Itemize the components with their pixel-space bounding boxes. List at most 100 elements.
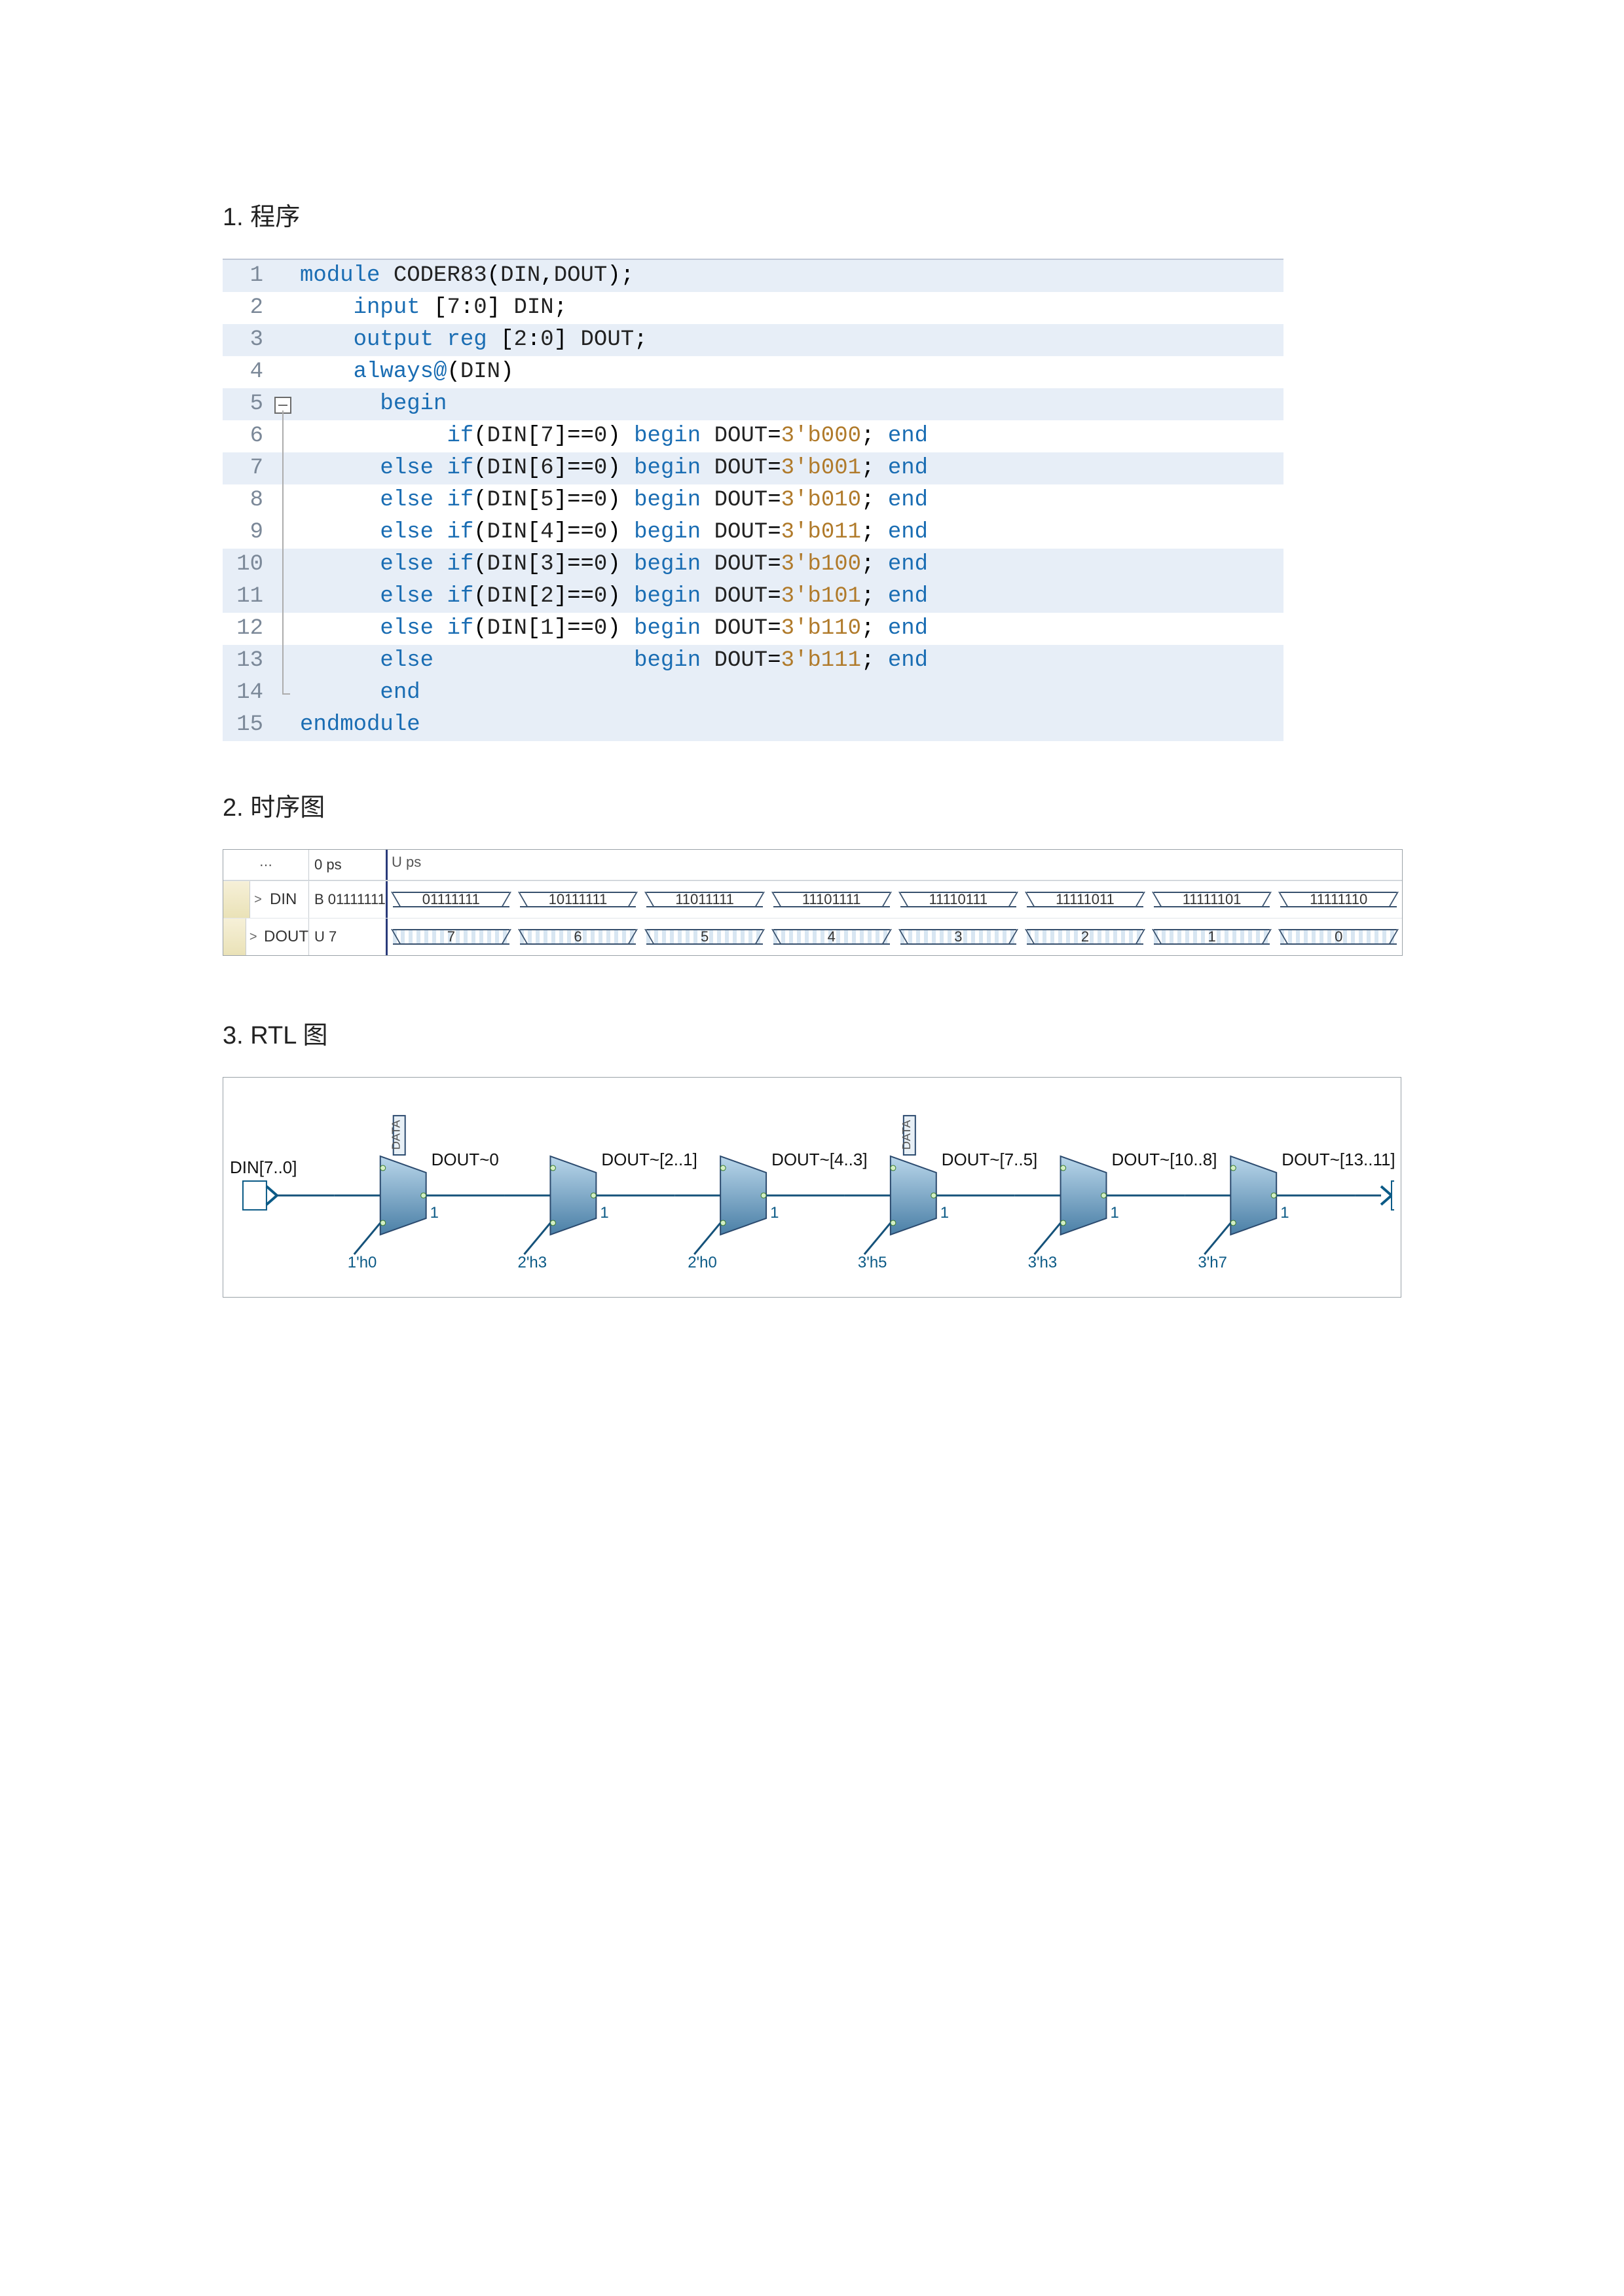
line-number: 14: [223, 677, 270, 709]
fold-gutter: [270, 324, 296, 356]
expand-icon[interactable]: >: [250, 892, 266, 907]
line-number: 8: [223, 484, 270, 517]
bus-width: 1: [600, 1204, 608, 1222]
line-number: 6: [223, 420, 270, 452]
wave-segment: 11011111: [641, 881, 768, 918]
fold-gutter: [270, 484, 296, 517]
wave-value: 3: [954, 928, 962, 945]
ruler-track: U ps: [388, 850, 1402, 880]
code-line: 4 always@(DIN): [223, 356, 1283, 388]
wave-initial-value: B 01111111: [309, 881, 388, 918]
fold-gutter: [270, 356, 296, 388]
mux-pin: [720, 1220, 726, 1226]
mux-pin: [421, 1193, 426, 1198]
fold-gutter: [270, 420, 296, 452]
wave-signal-name[interactable]: >DIN: [223, 881, 309, 918]
code-line: 1module CODER83(DIN,DOUT);: [223, 260, 1283, 292]
wave-segment: 11110111: [895, 881, 1022, 918]
wave-row: >DOUTU 776543210: [223, 918, 1402, 955]
wave-value: 11110111: [929, 891, 987, 908]
wave-initial-value: U 7: [309, 919, 388, 955]
wave-signal-name[interactable]: >DOUT: [223, 919, 309, 955]
code-text: module CODER83(DIN,DOUT);: [296, 260, 1283, 292]
wave-value: 10111111: [549, 891, 608, 908]
port-arrow-icon: [1381, 1186, 1392, 1205]
ruler-t0: 0 ps: [309, 850, 388, 880]
wave-value: 7: [447, 928, 455, 945]
code-line: 12 else if(DIN[1]==0) begin DOUT=3'b110;…: [223, 613, 1283, 645]
mux-pin: [380, 1220, 386, 1226]
wave-value: 11011111: [675, 891, 734, 908]
input-label: DIN[7..0]: [230, 1157, 297, 1177]
fold-gutter: [270, 549, 296, 581]
bus-width: 1: [430, 1204, 439, 1222]
code-line: 9 else if(DIN[4]==0) begin DOUT=3'b011; …: [223, 517, 1283, 549]
wave-segment: 1: [1149, 919, 1276, 955]
mux-pin: [591, 1193, 596, 1198]
code-text: else if(DIN[4]==0) begin DOUT=3'b011; en…: [296, 517, 1283, 549]
line-number: 7: [223, 452, 270, 484]
bus-literal: 2'h3: [518, 1254, 547, 1271]
line-number: 3: [223, 324, 270, 356]
wave-value: 11111110: [1310, 891, 1367, 908]
node-label: DOUT~0: [432, 1150, 499, 1169]
code-line: 8 else if(DIN[5]==0) begin DOUT=3'b010; …: [223, 484, 1283, 517]
fold-gutter: [270, 292, 296, 324]
wave-signal-icon: [223, 919, 246, 955]
line-number: 13: [223, 645, 270, 677]
bus-literal: 3'h3: [1028, 1254, 1058, 1271]
code-editor: 1module CODER83(DIN,DOUT);2 input [7:0] …: [223, 259, 1283, 741]
node-label: DOUT~[2..1]: [601, 1150, 697, 1169]
expand-icon[interactable]: >: [246, 930, 260, 945]
line-number: 15: [223, 709, 270, 741]
node-label: DOUT~[4..3]: [771, 1150, 867, 1169]
fold-gutter: [270, 517, 296, 549]
line-number: 9: [223, 517, 270, 549]
mux-block: [720, 1156, 766, 1235]
heading-program: 1. 程序: [223, 196, 1401, 232]
node-label: DOUT~[10..8]: [1111, 1150, 1217, 1169]
code-text: else if(DIN[1]==0) begin DOUT=3'b110; en…: [296, 613, 1283, 645]
mux-pin: [550, 1165, 555, 1171]
wave-segment: 0: [1275, 919, 1402, 955]
wire: [1035, 1223, 1061, 1254]
fold-gutter: [270, 677, 296, 709]
mux-pin: [1271, 1193, 1276, 1198]
wave-value: 11111101: [1183, 891, 1242, 908]
line-number: 2: [223, 292, 270, 324]
line-number: 4: [223, 356, 270, 388]
mux-block: [891, 1156, 936, 1235]
wave-value: 6: [574, 928, 581, 945]
wave-segment: 11111011: [1022, 881, 1149, 918]
fold-gutter: [270, 709, 296, 741]
mux-block: [1230, 1156, 1276, 1235]
wave-segment: 10111111: [515, 881, 642, 918]
code-text: input [7:0] DIN;: [296, 292, 1283, 324]
wave-value: 2: [1081, 928, 1089, 945]
code-text: else begin DOUT=3'b111; end: [296, 645, 1283, 677]
fold-gutter[interactable]: [270, 388, 296, 420]
code-line: 5 begin: [223, 388, 1283, 420]
code-text: begin: [296, 388, 1283, 420]
mux-pin: [931, 1193, 936, 1198]
wave-segment: 3: [895, 919, 1022, 955]
wire: [354, 1223, 380, 1254]
fold-gutter: [270, 260, 296, 292]
code-line: 7 else if(DIN[6]==0) begin DOUT=3'b001; …: [223, 452, 1283, 484]
waveform-viewer: ⋯ 0 ps U ps >DINB 0111111101111111101111…: [223, 849, 1403, 956]
mux-block: [1061, 1156, 1107, 1235]
wave-ruler: ⋯ 0 ps U ps: [223, 850, 1402, 881]
line-number: 12: [223, 613, 270, 645]
rtl-svg: DIN[7..0]DATADOUT~01'h01DOUT~[2..1]2'h31…: [230, 1097, 1394, 1281]
line-number: 10: [223, 549, 270, 581]
wave-segment: 11111101: [1149, 881, 1276, 918]
wave-signal-label: DIN: [266, 890, 308, 909]
fold-gutter: [270, 581, 296, 613]
bus-literal: 2'h0: [688, 1254, 717, 1271]
wave-segment: 4: [768, 919, 895, 955]
wire: [1204, 1223, 1230, 1254]
fold-gutter: [270, 645, 296, 677]
wave-segment: 01111111: [388, 881, 515, 918]
fold-gutter: [270, 613, 296, 645]
bus-width: 1: [1280, 1204, 1289, 1222]
